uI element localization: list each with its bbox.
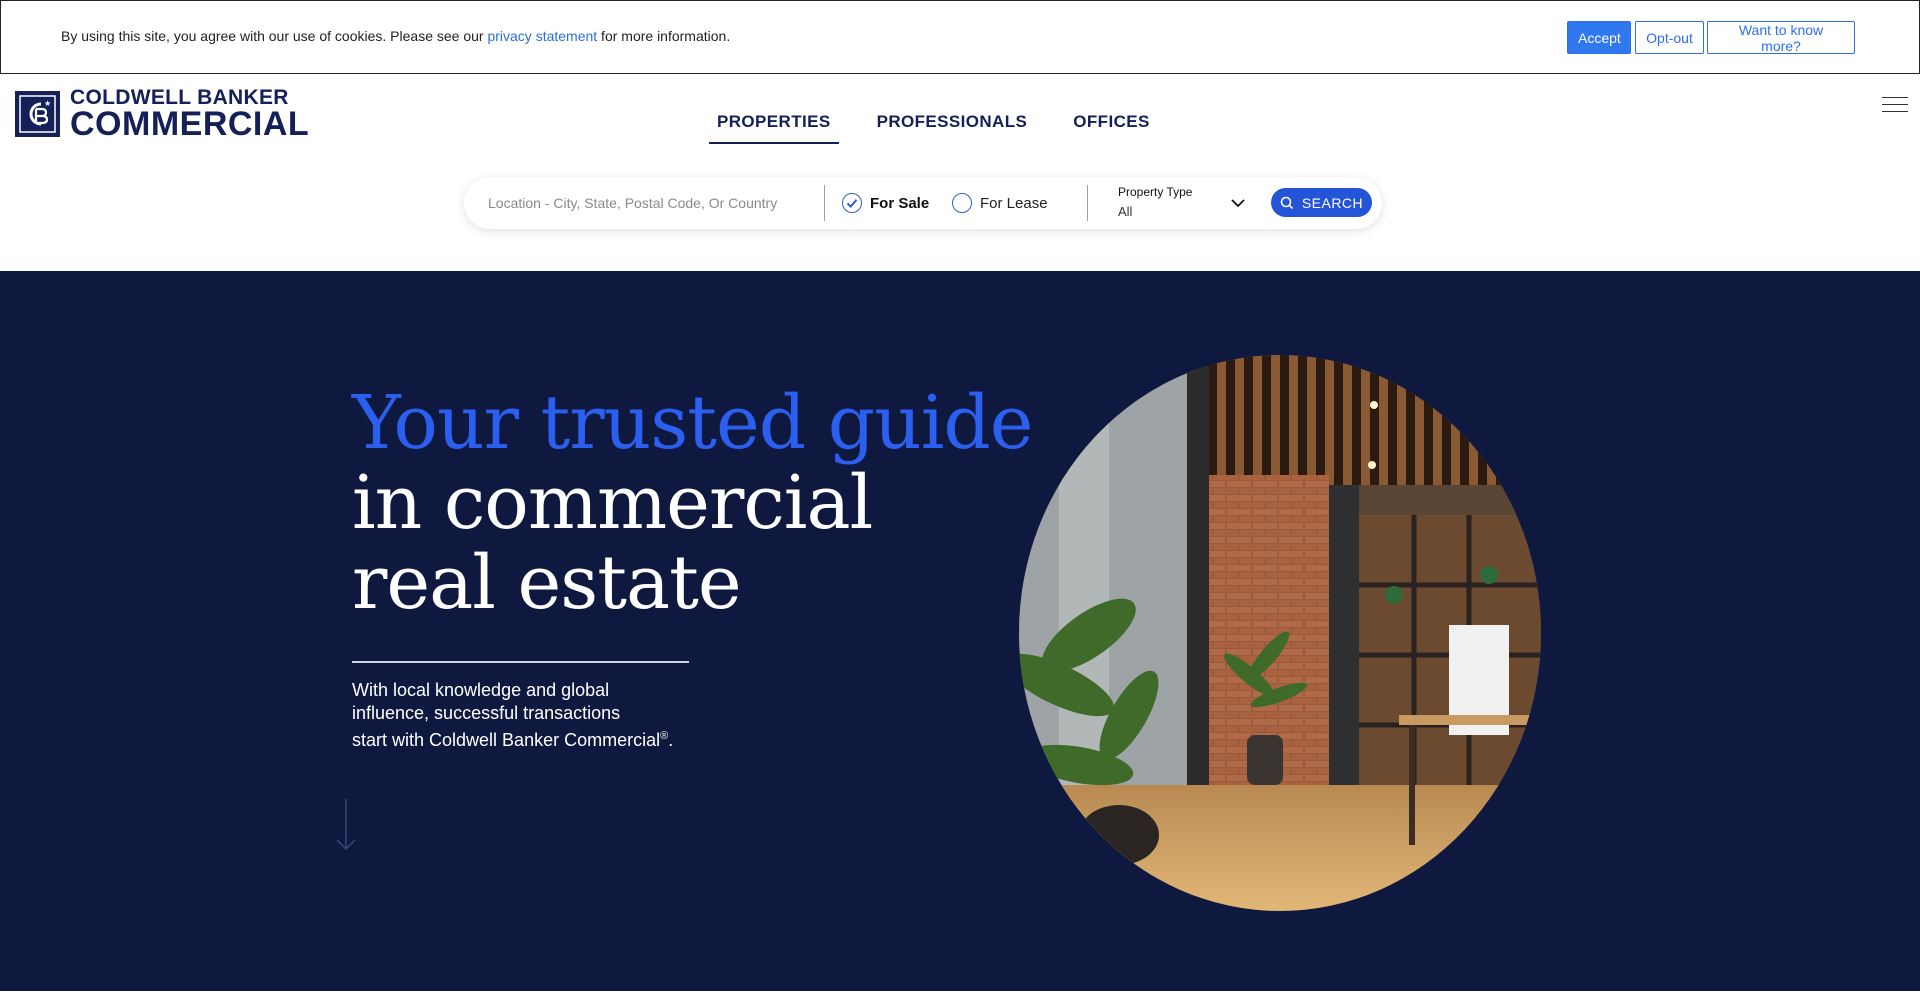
hero-headline: Your trusted guide in commercial real es… bbox=[352, 380, 1034, 626]
for-lease-radio[interactable]: For Lease bbox=[952, 193, 1048, 213]
hero-sub2: influence, successful transactions bbox=[352, 703, 621, 723]
hero-line1: Your trusted guide bbox=[352, 380, 1034, 466]
hero-subtext: With local knowledge and global influenc… bbox=[352, 679, 722, 752]
privacy-statement-link[interactable]: privacy statement bbox=[487, 28, 597, 44]
main-nav: PROPERTIES PROFESSIONALS OFFICES bbox=[709, 108, 1188, 144]
brand-logo[interactable]: ★ COLDWELL BANKER COMMERCIAL bbox=[15, 87, 310, 143]
hero-section: Your trusted guide in commercial real es… bbox=[0, 271, 1920, 991]
hero-sub-end: . bbox=[668, 730, 674, 750]
search-divider bbox=[1087, 185, 1088, 221]
search-button[interactable]: SEARCH bbox=[1271, 188, 1372, 217]
for-lease-label: For Lease bbox=[980, 194, 1048, 212]
for-sale-label: For Sale bbox=[870, 194, 930, 212]
logo-line2: COMMERCIAL bbox=[70, 105, 310, 143]
chevron-down-icon[interactable] bbox=[1230, 195, 1246, 216]
nav-offices[interactable]: OFFICES bbox=[1065, 108, 1157, 144]
registered-mark: ® bbox=[660, 730, 669, 742]
accept-cookies-button[interactable]: Accept bbox=[1567, 21, 1631, 54]
search-button-label: SEARCH bbox=[1301, 194, 1364, 211]
svg-text:★: ★ bbox=[44, 99, 51, 108]
check-icon bbox=[842, 193, 862, 213]
hamburger-icon[interactable] bbox=[1882, 97, 1908, 115]
search-icon bbox=[1280, 196, 1293, 209]
cookie-more-info-button[interactable]: Want to know more? bbox=[1707, 21, 1855, 54]
nav-professionals[interactable]: PROFESSIONALS bbox=[869, 108, 1036, 144]
hero-line2: in commercial bbox=[352, 460, 873, 546]
search-divider bbox=[824, 185, 825, 221]
optout-cookies-button[interactable]: Opt-out bbox=[1635, 21, 1704, 54]
radio-empty-icon bbox=[952, 193, 972, 213]
arrow-down-icon[interactable] bbox=[335, 799, 357, 856]
cookie-text-before: By using this site, you agree with our u… bbox=[61, 28, 488, 44]
logo-wordmark: COLDWELL BANKER COMMERCIAL bbox=[70, 87, 310, 143]
cookie-banner: By using this site, you agree with our u… bbox=[0, 0, 1920, 74]
cookie-message: By using this site, you agree with our u… bbox=[61, 28, 730, 44]
location-search-input[interactable] bbox=[488, 191, 808, 215]
for-sale-radio[interactable]: For Sale bbox=[842, 193, 929, 213]
hero-sub3: start with Coldwell Banker Commercial bbox=[352, 730, 661, 750]
cookie-text-after: for more information. bbox=[597, 28, 731, 44]
logo-cb-icon: ★ bbox=[15, 91, 60, 137]
hero-sub1: With local knowledge and global bbox=[352, 680, 610, 700]
hero-divider bbox=[352, 661, 689, 663]
property-search-bar: For Sale For Lease Property Type All SEA… bbox=[464, 177, 1382, 229]
nav-properties[interactable]: PROPERTIES bbox=[709, 108, 839, 144]
hero-line3: real estate bbox=[352, 540, 742, 626]
office-interior-image bbox=[1019, 355, 1541, 911]
